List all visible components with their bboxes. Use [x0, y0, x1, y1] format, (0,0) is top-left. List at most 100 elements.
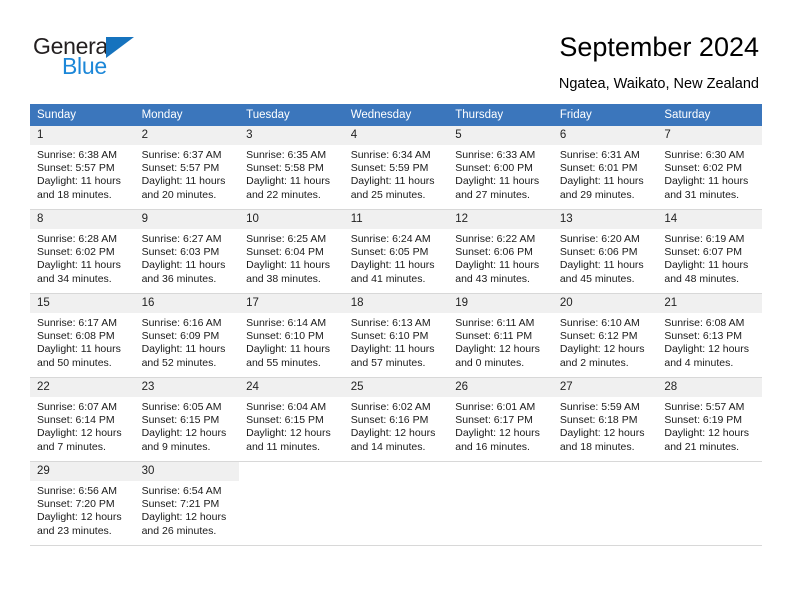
day-number: 15 [30, 294, 135, 313]
daylight-text-line2: and 48 minutes. [664, 272, 740, 285]
day-cell[interactable]: 17 Sunrise: 6:14 AM Sunset: 6:10 PM Dayligh… [239, 294, 344, 377]
page-header: General Blue September 2024 Ngatea, Waik… [0, 0, 792, 100]
daylight-text-line2: and 57 minutes. [350, 356, 426, 369]
day-cell[interactable]: 19 Sunrise: 6:11 AM Sunset: 6:11 PM Dayligh… [448, 294, 553, 377]
day-cell[interactable]: 27 Sunrise: 5:59 AM Sunset: 6:18 PM Dayligh… [552, 378, 658, 461]
day-number: 16 [134, 294, 240, 313]
sunset-text: Sunset: 6:09 PM [141, 330, 220, 343]
calendar-cell: 23 Sunrise: 6:05 AM Sunset: 6:15 PM Dayligh… [134, 377, 240, 462]
sunset-text: Sunset: 6:13 PM [664, 330, 743, 343]
daylight-text-line1: Daylight: 11 hours [37, 343, 121, 356]
calendar-cell: 3 Sunrise: 6:35 AM Sunset: 5:58 PM Daylight… [239, 126, 344, 210]
day-number: 20 [552, 294, 658, 313]
day-cell[interactable]: 5 Sunrise: 6:33 AM Sunset: 6:00 PM Daylight… [448, 126, 553, 209]
day-number: 21 [657, 294, 762, 313]
day-cell[interactable]: 21 Sunrise: 6:08 AM Sunset: 6:13 PM Dayligh… [657, 294, 762, 377]
day-details: Sunrise: 6:54 AM Sunset: 7:21 PM Daylight:… [135, 481, 240, 538]
day-cell [553, 462, 658, 545]
day-cell[interactable]: 3 Sunrise: 6:35 AM Sunset: 5:58 PM Daylight… [239, 126, 344, 209]
sunrise-text: Sunrise: 6:30 AM [664, 149, 745, 161]
daylight-text-line1: Daylight: 11 hours [246, 175, 330, 188]
daylight-text-line2: and 18 minutes. [559, 440, 635, 453]
day-cell[interactable]: 26 Sunrise: 6:01 AM Sunset: 6:17 PM Dayligh… [448, 378, 553, 461]
day-cell[interactable]: 14 Sunrise: 6:19 AM Sunset: 6:07 PM Dayligh… [657, 210, 762, 293]
day-cell[interactable]: 4 Sunrise: 6:34 AM Sunset: 5:59 PM Daylight… [343, 126, 449, 209]
calendar-cell [552, 461, 658, 546]
day-cell[interactable]: 29 Sunrise: 6:56 AM Sunset: 7:20 PM Dayligh… [30, 462, 135, 545]
day-details: Sunrise: 6:34 AM Sunset: 5:59 PM Daylight:… [344, 145, 449, 202]
day-cell[interactable]: 28 Sunrise: 5:57 AM Sunset: 6:19 PM Dayligh… [657, 378, 762, 461]
day-cell[interactable]: 7 Sunrise: 6:30 AM Sunset: 6:02 PM Daylight… [657, 126, 762, 209]
sunrise-sunset-calendar: Sunday Monday Tuesday Wednesday Thursday… [30, 104, 762, 546]
sunrise-text: Sunrise: 6:28 AM [37, 233, 117, 245]
day-cell[interactable]: 6 Sunrise: 6:31 AM Sunset: 6:01 PM Daylight… [552, 126, 658, 209]
weekday-header-thursday: Thursday [448, 104, 553, 126]
day-details: Sunrise: 6:14 AM Sunset: 6:10 PM Daylight:… [239, 313, 344, 370]
calendar-cell [343, 461, 449, 546]
calendar-cell [448, 461, 553, 546]
sunrise-text: Sunrise: 5:57 AM [664, 401, 745, 413]
sunrise-text: Sunrise: 6:33 AM [455, 149, 536, 161]
sunset-text: Sunset: 6:18 PM [559, 414, 638, 427]
daylight-text-line2: and 45 minutes. [559, 272, 635, 285]
sunset-text: Sunset: 7:21 PM [141, 498, 220, 511]
day-details: Sunrise: 6:28 AM Sunset: 6:02 PM Daylight:… [30, 229, 135, 286]
daylight-text-line2: and 31 minutes. [664, 188, 740, 201]
day-number: 24 [239, 378, 344, 397]
day-number: 9 [134, 210, 240, 229]
daylight-text-line2: and 11 minutes. [246, 440, 321, 453]
day-cell[interactable]: 15 Sunrise: 6:17 AM Sunset: 6:08 PM Dayligh… [30, 294, 135, 377]
day-cell[interactable]: 16 Sunrise: 6:16 AM Sunset: 6:09 PM Dayligh… [134, 294, 240, 377]
day-cell[interactable]: 25 Sunrise: 6:02 AM Sunset: 6:16 PM Dayligh… [343, 378, 449, 461]
day-cell[interactable]: 1 Sunrise: 6:38 AM Sunset: 5:57 PM Daylight… [30, 126, 135, 209]
day-cell[interactable]: 13 Sunrise: 6:20 AM Sunset: 6:06 PM Dayligh… [552, 210, 658, 293]
daylight-text-line1: Daylight: 12 hours [664, 427, 750, 440]
day-number [448, 462, 553, 481]
day-number: 1 [30, 126, 135, 145]
day-cell[interactable]: 20 Sunrise: 6:10 AM Sunset: 6:12 PM Dayligh… [552, 294, 658, 377]
daylight-text-line1: Daylight: 11 hours [559, 259, 644, 272]
sunset-text: Sunset: 6:17 PM [455, 414, 533, 427]
sunrise-text: Sunrise: 6:31 AM [559, 149, 640, 161]
day-details: Sunrise: 6:56 AM Sunset: 7:20 PM Daylight:… [30, 481, 135, 538]
sunset-text: Sunset: 5:58 PM [246, 162, 324, 175]
day-cell[interactable]: 18 Sunrise: 6:13 AM Sunset: 6:10 PM Dayligh… [343, 294, 449, 377]
sunrise-text: Sunrise: 6:34 AM [350, 149, 431, 161]
day-cell[interactable]: 12 Sunrise: 6:22 AM Sunset: 6:06 PM Dayligh… [448, 210, 553, 293]
daylight-text-line2: and 20 minutes. [141, 188, 217, 201]
daylight-text-line2: and 25 minutes. [350, 188, 426, 201]
daylight-text-line1: Daylight: 11 hours [37, 259, 121, 272]
calendar-cell: 29 Sunrise: 6:56 AM Sunset: 7:20 PM Dayligh… [30, 461, 135, 546]
calendar-week-row: 1 Sunrise: 6:38 AM Sunset: 5:57 PM Daylight… [30, 126, 762, 210]
day-number: 8 [30, 210, 135, 229]
page-location-subtitle: Ngatea, Waikato, New Zealand [558, 76, 759, 92]
day-cell[interactable]: 22 Sunrise: 6:07 AM Sunset: 6:14 PM Dayligh… [30, 378, 135, 461]
day-cell[interactable]: 10 Sunrise: 6:25 AM Sunset: 6:04 PM Dayligh… [239, 210, 344, 293]
calendar-cell: 24 Sunrise: 6:04 AM Sunset: 6:15 PM Dayligh… [239, 377, 344, 462]
sunrise-text: Sunrise: 6:10 AM [559, 317, 640, 329]
sunrise-text: Sunrise: 6:02 AM [350, 401, 431, 413]
day-cell[interactable]: 30 Sunrise: 6:54 AM Sunset: 7:21 PM Dayligh… [134, 462, 240, 545]
day-number: 26 [448, 378, 553, 397]
day-cell[interactable]: 23 Sunrise: 6:05 AM Sunset: 6:15 PM Dayligh… [134, 378, 240, 461]
day-number: 11 [343, 210, 449, 229]
daylight-text-line1: Daylight: 11 hours [141, 175, 226, 188]
sunrise-text: Sunrise: 6:56 AM [37, 485, 117, 497]
day-cell[interactable]: 2 Sunrise: 6:37 AM Sunset: 5:57 PM Daylight… [134, 126, 240, 209]
sunset-text: Sunset: 6:08 PM [37, 330, 115, 343]
day-cell[interactable]: 9 Sunrise: 6:27 AM Sunset: 6:03 PM Daylight… [134, 210, 240, 293]
general-blue-logo[interactable]: General Blue [33, 33, 213, 83]
calendar-cell: 16 Sunrise: 6:16 AM Sunset: 6:09 PM Dayligh… [134, 293, 240, 378]
daylight-text-line1: Daylight: 11 hours [664, 175, 749, 188]
sunset-text: Sunset: 6:10 PM [246, 330, 324, 343]
calendar-cell: 17 Sunrise: 6:14 AM Sunset: 6:10 PM Dayligh… [239, 293, 344, 378]
sunrise-text: Sunrise: 6:05 AM [141, 401, 222, 413]
daylight-text-line2: and 34 minutes. [37, 272, 112, 285]
day-cell[interactable]: 11 Sunrise: 6:24 AM Sunset: 6:05 PM Dayligh… [343, 210, 449, 293]
calendar-cell [657, 461, 762, 546]
sunrise-text: Sunrise: 6:35 AM [246, 149, 327, 161]
day-cell[interactable]: 24 Sunrise: 6:04 AM Sunset: 6:15 PM Dayligh… [239, 378, 344, 461]
day-details: Sunrise: 6:19 AM Sunset: 6:07 PM Daylight:… [657, 229, 762, 286]
day-details: Sunrise: 5:57 AM Sunset: 6:19 PM Daylight:… [657, 397, 762, 454]
day-cell[interactable]: 8 Sunrise: 6:28 AM Sunset: 6:02 PM Daylight… [30, 210, 135, 293]
